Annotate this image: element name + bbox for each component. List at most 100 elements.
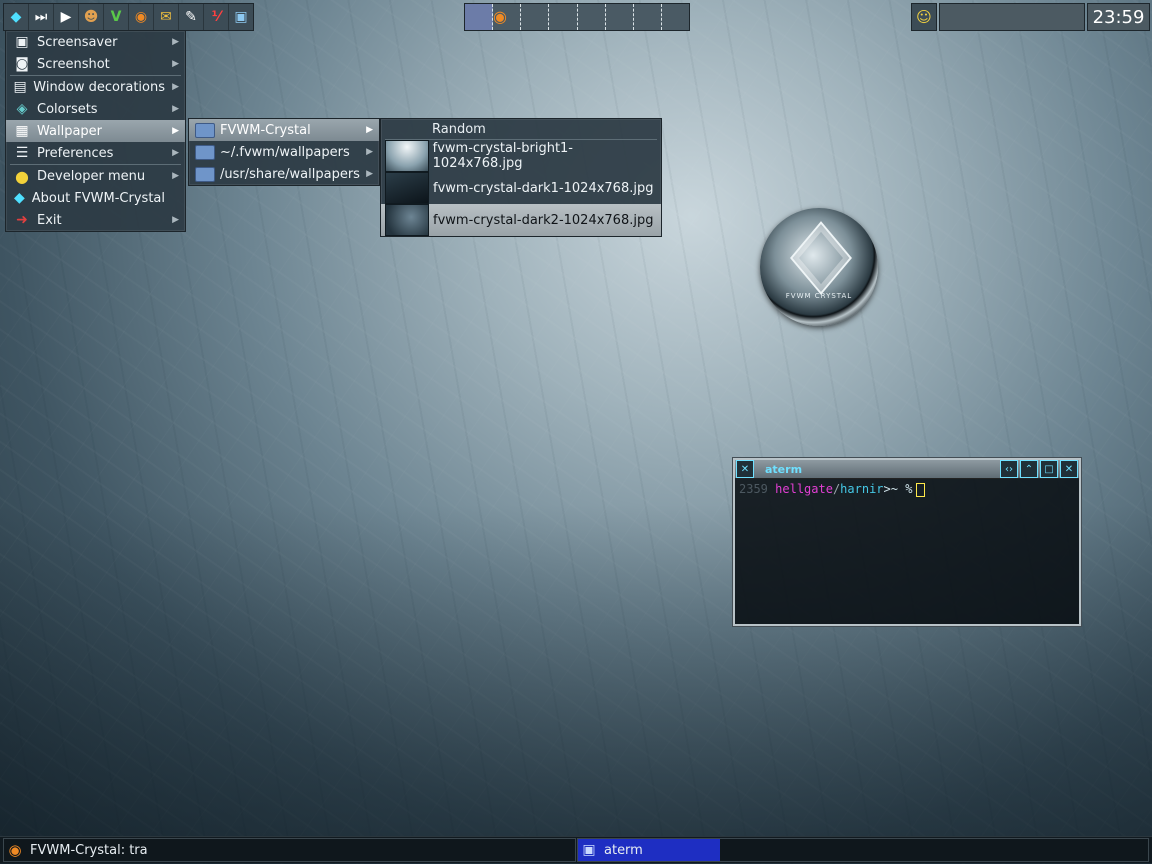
menu-item-window-decorations[interactable]: ▤ Window decorations ▶ bbox=[6, 76, 185, 98]
main-menu: ▣ Screensaver ▶ ◙ Screenshot ▶ ▤ Window … bbox=[5, 30, 186, 232]
window-title: aterm bbox=[765, 462, 803, 476]
submenu-arrow-icon: ▶ bbox=[172, 126, 179, 136]
maximize-icon[interactable]: □ bbox=[1040, 460, 1058, 478]
calendar-icon[interactable]: ⅟ bbox=[204, 4, 229, 30]
menu-item-colorsets[interactable]: ◈ Colorsets ▶ bbox=[6, 98, 185, 120]
taskbar-item-aterm[interactable]: ▣ aterm bbox=[577, 838, 1149, 862]
menu-item-home-wallpapers[interactable]: ~/.fvwm/wallpapers ▶ bbox=[189, 141, 379, 163]
task-label: aterm bbox=[604, 842, 643, 858]
taskbar: ◉ FVWM-Crystal: tra ▣ aterm bbox=[0, 836, 1152, 863]
menu-item-wallpaper[interactable]: ▦ Wallpaper ▶ bbox=[6, 120, 185, 142]
menu-item-label: /usr/share/wallpapers bbox=[220, 166, 360, 182]
submenu-arrow-icon: ▶ bbox=[172, 104, 179, 114]
resize-icon[interactable]: ‹› bbox=[1000, 460, 1018, 478]
vim-icon[interactable]: V bbox=[104, 4, 129, 30]
pager-desk-1[interactable]: ◉ bbox=[465, 4, 507, 30]
monitor-icon[interactable]: ▣ bbox=[229, 4, 253, 30]
close-button-icon[interactable]: ✕ bbox=[1060, 460, 1078, 478]
tray-face-icon[interactable]: ☺ bbox=[911, 3, 937, 31]
text-editor-icon[interactable]: ✎ bbox=[179, 4, 204, 30]
pager-desk-5[interactable] bbox=[578, 4, 606, 30]
text-editor-glyph: ✎ bbox=[185, 9, 197, 25]
calendar-glyph: ⅟ bbox=[211, 9, 221, 25]
pager-desk-6[interactable] bbox=[606, 4, 634, 30]
menu-item-label: Wallpaper bbox=[37, 123, 103, 139]
task-label: FVWM-Crystal: tra bbox=[30, 842, 148, 858]
crystal-icon[interactable]: ◆ bbox=[4, 4, 29, 30]
screensaver-icon: ▣ bbox=[15, 34, 29, 50]
menu-item-screensaver[interactable]: ▣ Screensaver ▶ bbox=[6, 31, 185, 53]
mail-icon[interactable]: ✉ bbox=[154, 4, 179, 30]
folder-icon bbox=[195, 143, 215, 161]
firefox-glyph: ◉ bbox=[134, 9, 148, 25]
game-glyph: ☻ bbox=[83, 9, 99, 25]
menu-item-preferences[interactable]: ☰ Preferences ▶ bbox=[6, 142, 185, 164]
menu-item-label: Preferences bbox=[37, 145, 114, 161]
monitor-glyph: ▣ bbox=[234, 9, 248, 25]
pager-desk-8[interactable] bbox=[662, 4, 689, 30]
menu-item-label: Colorsets bbox=[37, 101, 98, 117]
game-icon[interactable]: ☻ bbox=[79, 4, 104, 30]
pager-desk-3[interactable] bbox=[521, 4, 550, 30]
menu-item-label: Screensaver bbox=[37, 34, 118, 50]
submenu-arrow-icon: ▶ bbox=[366, 147, 373, 157]
skip-forward-icon[interactable]: ⏭ bbox=[29, 4, 54, 30]
prompt-host: hellgate bbox=[775, 482, 833, 496]
terminal-icon: ▣ bbox=[582, 842, 596, 858]
menu-item-label: fvwm-crystal-dark2-1024x768.jpg bbox=[433, 212, 654, 228]
desktop-pager: ◉ bbox=[464, 3, 690, 31]
menu-item-usr-share-wallpapers[interactable]: /usr/share/wallpapers ▶ bbox=[189, 163, 379, 185]
crystal-icon: ◆ bbox=[13, 190, 25, 206]
submenu-arrow-icon: ▶ bbox=[172, 171, 179, 181]
wallpaper-icon: ▦ bbox=[15, 123, 29, 139]
menu-item-label: Developer menu bbox=[37, 168, 146, 184]
vim-glyph: V bbox=[110, 9, 122, 25]
terminal-content[interactable]: 2359 hellgate/harnir>~ % bbox=[735, 479, 1079, 500]
submenu-arrow-icon: ▶ bbox=[172, 82, 179, 92]
firefox-icon[interactable]: ◉ bbox=[129, 4, 154, 30]
menu-item-label: About FVWM-Crystal bbox=[31, 190, 165, 206]
taskbar-item-firefox[interactable]: ◉ FVWM-Crystal: tra bbox=[3, 838, 576, 862]
menu-item-developer[interactable]: ● Developer menu ▶ bbox=[6, 165, 185, 187]
pager-desk-2[interactable] bbox=[493, 4, 522, 30]
menu-item-random[interactable]: Random bbox=[381, 119, 661, 139]
menu-item-label: fvwm-crystal-bright1-1024x768.jpg bbox=[432, 141, 573, 171]
prompt-tilde: >~ bbox=[883, 482, 898, 496]
wallpaper-thumbnail bbox=[385, 172, 429, 204]
menu-item-label: fvwm-crystal-dark1-1024x768.jpg bbox=[433, 180, 654, 196]
submenu-arrow-icon: ▶ bbox=[366, 125, 373, 135]
menu-item-wallpaper-dark2[interactable]: fvwm-crystal-dark2-1024x768.jpg bbox=[381, 204, 661, 236]
camera-icon: ◙ bbox=[15, 56, 29, 72]
menu-item-screenshot[interactable]: ◙ Screenshot ▶ bbox=[6, 53, 185, 75]
aterm-window[interactable]: ✕ aterm ‹› ⌃ □ ✕ 2359 hellgate/harnir>~ … bbox=[733, 458, 1081, 626]
window-titlebar[interactable]: ✕ aterm ‹› ⌃ □ ✕ bbox=[735, 460, 1079, 479]
menu-item-wallpaper-dark1[interactable]: fvwm-crystal-dark1-1024x768.jpg bbox=[381, 172, 661, 204]
preferences-icon: ☰ bbox=[15, 145, 29, 161]
submenu-arrow-icon: ▶ bbox=[366, 169, 373, 179]
colorsets-icon: ◈ bbox=[16, 101, 28, 117]
developer-icon: ● bbox=[15, 166, 29, 186]
shade-icon[interactable]: ⌃ bbox=[1020, 460, 1038, 478]
menu-item-fvwm-crystal[interactable]: FVWM-Crystal ▶ bbox=[189, 119, 379, 141]
play-icon[interactable]: ▶ bbox=[54, 4, 79, 30]
folder-icon bbox=[195, 165, 215, 183]
launcher-bar: ◆ ⏭ ▶ ☻ V ◉ ✉ ✎ ⅟ ▣ bbox=[3, 3, 254, 31]
mail-glyph: ✉ bbox=[160, 9, 172, 25]
menu-item-wallpaper-bright1[interactable]: fvwm-crystal-bright1-1024x768.jpg bbox=[381, 140, 661, 172]
menu-item-label: ~/.fvwm/wallpapers bbox=[220, 144, 350, 160]
prompt-symbol: % bbox=[905, 482, 913, 496]
menu-item-exit[interactable]: ➜ Exit ▶ bbox=[6, 209, 185, 231]
menu-item-about[interactable]: ◆ About FVWM-Crystal bbox=[6, 187, 185, 209]
submenu-arrow-icon: ▶ bbox=[172, 59, 179, 69]
folder-icon bbox=[195, 121, 215, 139]
firefox-icon: ◉ bbox=[8, 841, 22, 859]
face-glyph: ☺ bbox=[916, 8, 932, 26]
submenu-arrow-icon: ▶ bbox=[172, 148, 179, 158]
wallpaper-images-submenu: Random fvwm-crystal-bright1-1024x768.jpg… bbox=[380, 118, 662, 237]
clock[interactable]: 23:59 bbox=[1087, 3, 1150, 31]
pager-desk-7[interactable] bbox=[634, 4, 662, 30]
close-icon[interactable]: ✕ bbox=[736, 460, 754, 478]
pager-desk-4[interactable] bbox=[549, 4, 578, 30]
fvwm-crystal-logo: FVWM CRYSTAL bbox=[760, 208, 878, 326]
wallpaper-submenu: FVWM-Crystal ▶ ~/.fvwm/wallpapers ▶ /usr… bbox=[188, 118, 380, 186]
